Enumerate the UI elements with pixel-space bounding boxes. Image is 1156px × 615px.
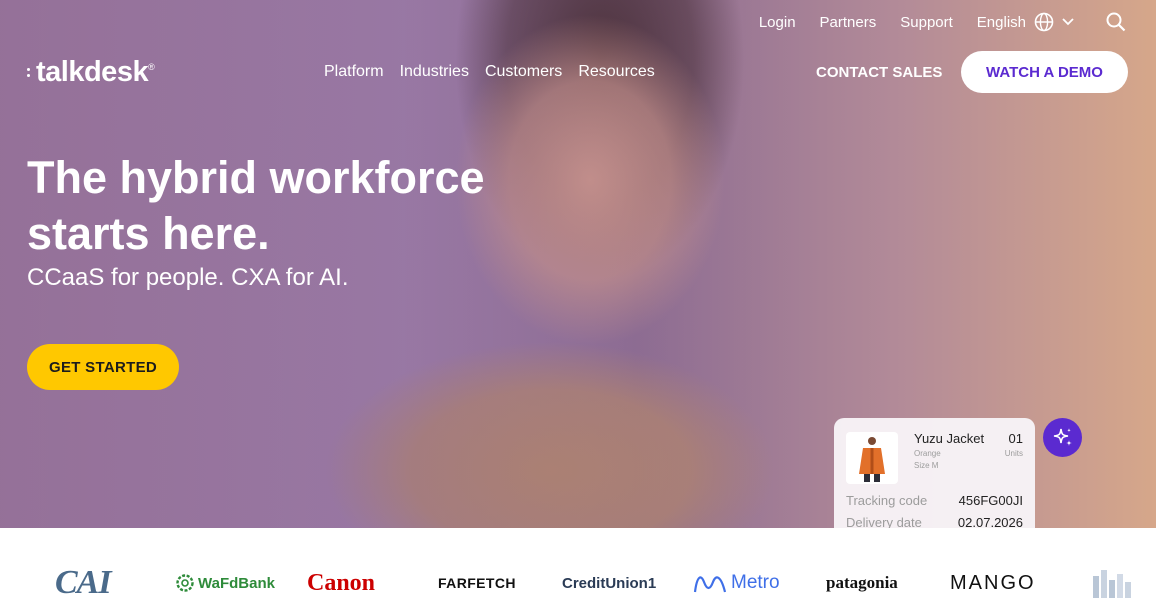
logo-text: talkdesk — [36, 56, 149, 88]
talkdesk-logo[interactable]: talkdesk ® — [27, 56, 155, 89]
jacket-image — [859, 437, 885, 482]
hero-headline: The hybrid workforce starts here. — [27, 152, 485, 259]
product-name: Yuzu Jacket — [914, 431, 985, 446]
search-icon[interactable] — [1106, 12, 1126, 32]
language-label: English — [976, 13, 1026, 31]
ai-assistant-button[interactable] — [1043, 418, 1082, 457]
hero-section: Login Partners Support English talkdesk … — [0, 0, 1156, 528]
chevron-down-icon — [1062, 18, 1074, 26]
watch-demo-button[interactable]: WATCH A DEMO — [961, 51, 1128, 93]
support-link[interactable]: Support — [900, 14, 953, 31]
nav-customers[interactable]: Customers — [485, 63, 562, 81]
utility-nav: Login Partners Support English — [759, 12, 1126, 32]
customer-logos-strip: CAI WaFdBank Canon FARFETCH CreditUnion1… — [0, 528, 1156, 615]
language-selector[interactable]: English — [977, 12, 1074, 32]
logo-wafd-bank: WaFdBank — [175, 568, 275, 598]
delivery-row: Delivery date 02.07.2026 — [846, 515, 1023, 528]
jacket-thumbnail — [846, 432, 898, 484]
login-link[interactable]: Login — [759, 14, 796, 31]
logo-dots — [27, 65, 33, 80]
wafd-text: WaFdBank — [198, 574, 275, 592]
quantity-unit: Units — [1004, 449, 1023, 458]
metro-text: Metro — [731, 572, 780, 593]
wafd-emblem-icon — [176, 574, 194, 592]
metro-m-icon — [693, 576, 727, 593]
logo-credit-union-1: CreditUnion1 — [562, 574, 657, 592]
product-quantity: 01 — [1008, 431, 1023, 446]
tracking-label: Tracking code — [846, 493, 928, 508]
logo-canon: Canon — [307, 569, 376, 596]
product-size: Size M — [914, 461, 939, 470]
partners-link[interactable]: Partners — [820, 14, 877, 31]
sparkle-icon — [1053, 427, 1072, 446]
logo-partial-cut-off — [1093, 568, 1133, 598]
order-card: Yuzu Jacket 01 Orange Units Size M Track… — [834, 418, 1035, 528]
main-nav: Platform Industries Customers Resources — [324, 63, 655, 81]
get-started-button[interactable]: GET STARTED — [27, 344, 179, 390]
nav-industries[interactable]: Industries — [400, 63, 469, 81]
contact-sales-link[interactable]: CONTACT SALES — [816, 64, 942, 81]
logo-patagonia: patagonia — [826, 573, 898, 592]
globe-icon — [1034, 12, 1054, 32]
logo-farfetch: FARFETCH — [438, 575, 516, 591]
hero-subheadline: CCaaS for people. CXA for AI. — [27, 264, 349, 291]
delivery-value: 02.07.2026 — [957, 515, 1023, 528]
logo-registered-mark: ® — [148, 62, 155, 72]
logo-mango: MANGO — [950, 571, 1036, 594]
partial-logo-graphic — [1093, 570, 1131, 598]
nav-platform[interactable]: Platform — [324, 63, 384, 81]
tracking-row: Tracking code 456FG00JI — [846, 493, 1023, 508]
logo-metro: Metro — [693, 568, 780, 598]
product-color: Orange — [914, 449, 941, 458]
nav-resources[interactable]: Resources — [578, 63, 654, 81]
delivery-label: Delivery date — [846, 515, 922, 528]
tracking-value: 456FG00JI — [958, 493, 1023, 508]
logo-cai: CAI — [55, 564, 112, 601]
